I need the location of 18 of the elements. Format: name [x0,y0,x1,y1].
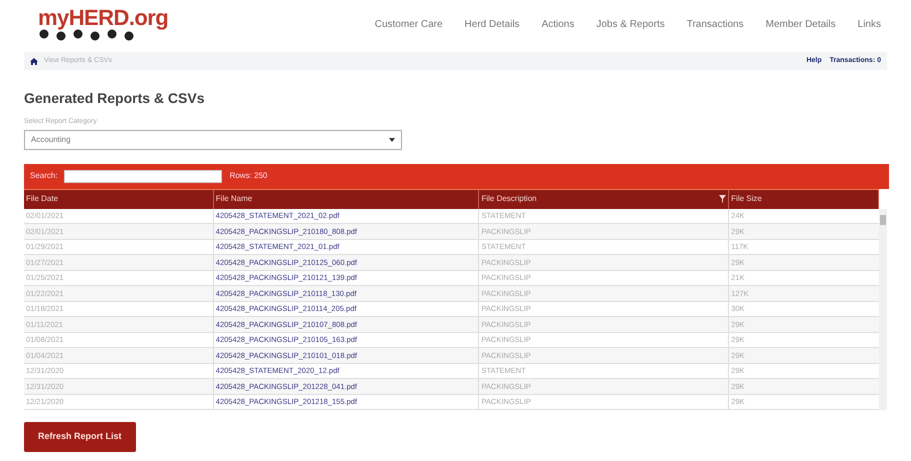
refresh-button[interactable]: Refresh Report List [24,422,136,452]
logo-text: myHERD.org [38,7,168,29]
scrollbar[interactable] [879,208,887,410]
filter-icon[interactable] [719,195,726,203]
nav-link[interactable]: Herd Details [464,16,520,32]
nav-link[interactable]: Customer Care [374,16,443,32]
nav-link[interactable]: Actions [542,16,574,32]
home-icon[interactable] [30,58,38,64]
page-title: Generated Reports & CSVs [24,89,204,108]
nav-link[interactable]: Jobs & Reports [596,16,665,32]
search-label: Search: [30,170,58,182]
nav-link[interactable]: Transactions [686,16,744,32]
search-field[interactable] [64,170,222,182]
nav-link[interactable]: Member Details [766,16,836,32]
dropdown-icon [389,138,395,142]
nav-link[interactable]: Links [858,16,881,32]
category-select[interactable]: Accounting [24,130,402,150]
rows-count: Rows: 250 [230,170,268,182]
